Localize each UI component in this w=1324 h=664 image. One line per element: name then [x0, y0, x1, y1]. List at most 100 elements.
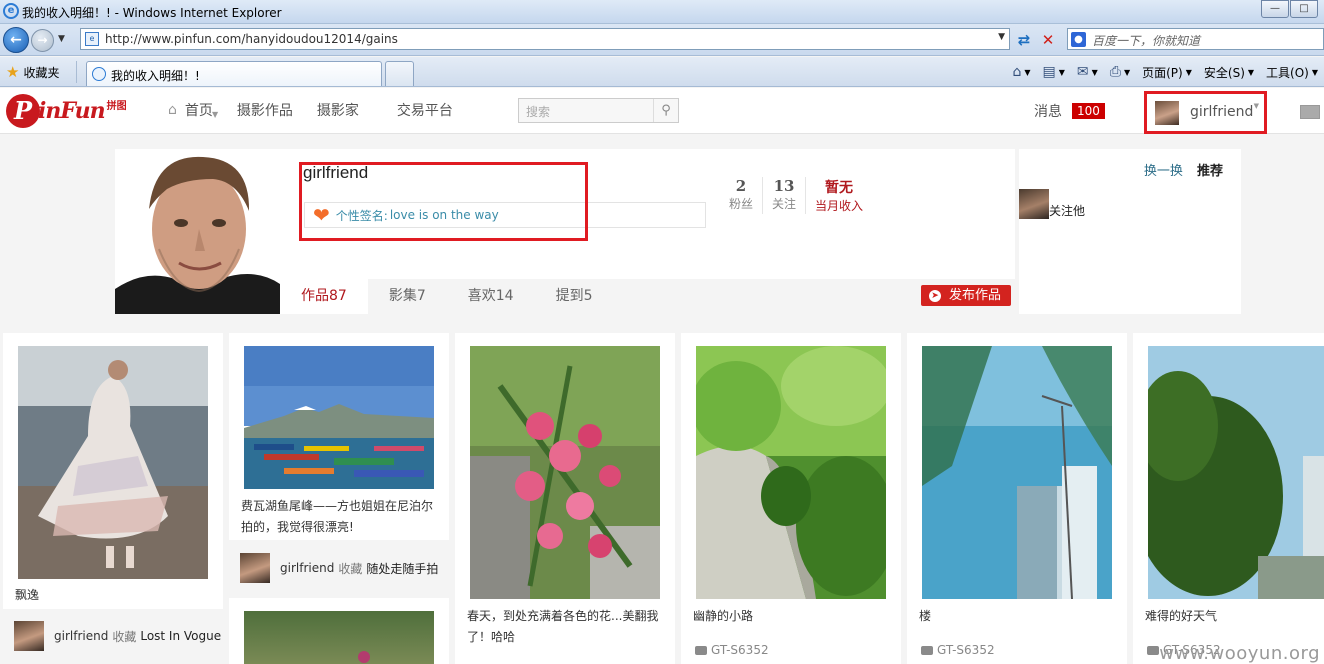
home-button[interactable]: ⌂ ▼: [1006, 59, 1036, 85]
profile-tabs: 作品87 影集7 喜欢14 提到5 ➤ 发布作品: [280, 279, 1015, 314]
photo-caption: 楼: [919, 609, 932, 623]
address-dropdown-icon[interactable]: ▼: [998, 32, 1005, 42]
new-tab-button[interactable]: [385, 61, 414, 86]
stat-monthly-income[interactable]: 暂无 当月收入: [806, 177, 872, 214]
browser-tab-active[interactable]: 我的收入明细！!: [86, 61, 382, 86]
header-username: girlfriend: [1190, 104, 1254, 120]
photo-flower-partial[interactable]: [244, 611, 434, 664]
photo-caption: 难得的好天气: [1145, 609, 1218, 623]
photo-caption: 飘逸: [15, 588, 40, 602]
tab-bar: ★ 收藏夹 我的收入明细！! ⌂ ▼ ▤ ▼ ✉ ▼ ⎙ ▼ 页面(P) ▼ 安全(S) ▼…: [0, 57, 1324, 87]
swap-link[interactable]: 换一换: [1144, 164, 1183, 179]
photo-path[interactable]: [696, 346, 886, 599]
browser-search-input[interactable]: ● 百度一下，你就知道: [1067, 28, 1324, 50]
avatar[interactable]: [14, 621, 44, 651]
address-input[interactable]: e http://www.pinfun.com/hanyidoudou12014…: [80, 28, 1010, 50]
photo-card[interactable]: 春天，到处充满着各色的花...美翻我了！哈哈: [455, 333, 675, 664]
card-meta: girlfriend 收藏 随处走随手拍: [240, 553, 438, 583]
site-search-placeholder: 搜索: [526, 105, 551, 119]
profile-avatar: [115, 149, 280, 314]
photo-fashion[interactable]: [18, 346, 208, 579]
pinfun-logo[interactable]: P inFun 拼图: [6, 93, 127, 129]
tab-albums[interactable]: 影集7: [368, 279, 447, 314]
camera-icon: [921, 645, 933, 655]
watermark: www.wooyun.org: [1159, 643, 1320, 664]
browser-search-placeholder: 百度一下，你就知道: [1092, 34, 1201, 48]
stat-following[interactable]: 13 关注: [763, 177, 807, 214]
stop-icon[interactable]: ✕: [1038, 30, 1058, 50]
toolbar-divider: [76, 61, 77, 83]
favorites-button[interactable]: ★ 收藏夹: [6, 63, 59, 81]
back-button[interactable]: ←: [3, 27, 29, 53]
home-icon[interactable]: ⌂: [168, 102, 177, 118]
baidu-paw-icon: ●: [1071, 32, 1086, 47]
photo-card[interactable]: [229, 598, 449, 664]
photo-card[interactable]: 难得的好天气 GT-S6352: [1133, 333, 1324, 664]
photo-card[interactable]: 费瓦湖鱼尾峰——方也姐姐在尼泊尔拍的，我觉得很漂亮! girlfriend 收藏…: [229, 333, 449, 595]
chevron-down-icon[interactable]: ▼: [212, 110, 218, 119]
card-album[interactable]: Lost In Vogue: [140, 629, 221, 643]
loading-icon: [92, 67, 106, 81]
recommend-title: 推荐: [1196, 164, 1223, 179]
recommended-user[interactable]: 关注他: [1019, 189, 1085, 219]
card-meta: girlfriend 收藏 Lost In Vogue: [14, 621, 221, 651]
minimize-button[interactable]: —: [1261, 0, 1289, 18]
nav-trading[interactable]: 交易平台: [397, 100, 453, 120]
profile-stats: 2 粉丝 13 关注 暂无 当月收入: [720, 177, 872, 214]
publish-button[interactable]: ➤ 发布作品: [920, 285, 1011, 306]
card-username[interactable]: girlfriend: [54, 629, 108, 643]
envelope-icon[interactable]: [1300, 105, 1320, 119]
window-controls: — □: [1260, 0, 1318, 18]
photo-card[interactable]: 飘逸 girlfriend 收藏 Lost In Vogue: [3, 333, 223, 664]
card-action: 收藏: [112, 629, 137, 644]
stat-fans[interactable]: 2 粉丝: [720, 177, 764, 214]
follow-button[interactable]: 关注他: [1049, 202, 1085, 219]
print-button[interactable]: ⎙ ▼: [1104, 59, 1136, 85]
safety-menu[interactable]: 安全(S) ▼: [1198, 59, 1260, 85]
card-album[interactable]: 随处走随手拍: [366, 560, 438, 577]
tools-menu[interactable]: 工具(O) ▼: [1260, 59, 1324, 85]
photo-sky[interactable]: [1148, 346, 1324, 599]
mail-button[interactable]: ✉ ▼: [1071, 59, 1104, 85]
refresh-icon[interactable]: ⇄: [1014, 30, 1034, 50]
photo-building[interactable]: [922, 346, 1112, 599]
favorites-label: 收藏夹: [23, 65, 60, 80]
url-text[interactable]: http://www.pinfun.com/hanyidoudou12014/g…: [105, 32, 398, 46]
camera-icon: [1147, 645, 1159, 655]
tab-mentions[interactable]: 提到5: [535, 279, 614, 314]
page-menu[interactable]: 页面(P) ▼: [1136, 59, 1198, 85]
tab-works[interactable]: 作品87: [280, 279, 368, 314]
rss-icon: ▤: [1042, 64, 1056, 80]
window-title: 我的收入明细！! - Windows Internet Explorer: [22, 6, 282, 20]
avatar[interactable]: [240, 553, 270, 583]
photo-caption: 春天，到处充满着各色的花...美翻我了！哈哈: [467, 609, 659, 644]
site-search-input[interactable]: 搜索 ⚲: [518, 98, 679, 123]
messages-count-badge: 100: [1072, 103, 1105, 119]
mail-icon: ✉: [1076, 64, 1089, 80]
browser-title-bar: e 我的收入明细！! - Windows Internet Explorer —…: [0, 0, 1324, 24]
photo-card[interactable]: 楼 GT-S6352: [907, 333, 1127, 664]
site-header: P inFun 拼图 ⌂ 首页 摄影作品 ▼ 摄影家 交易平台 搜索 ⚲ 消息 …: [0, 88, 1324, 134]
main-nav: ⌂ 首页 摄影作品 ▼ 摄影家 交易平台: [168, 100, 477, 120]
maximize-button[interactable]: □: [1290, 0, 1318, 18]
feeds-button[interactable]: ▤ ▼: [1036, 59, 1070, 85]
nav-works[interactable]: 摄影作品: [237, 100, 293, 120]
forward-button[interactable]: →: [31, 29, 54, 52]
user-menu[interactable]: girlfriend ▼: [1144, 91, 1267, 134]
messages-link[interactable]: 消息 100: [1034, 101, 1105, 121]
chevron-down-icon: ▼: [1253, 102, 1259, 110]
recommend-panel: 换一换 推荐 关注他: [1019, 149, 1241, 314]
photo-lake[interactable]: [244, 346, 434, 489]
search-icon[interactable]: ⚲: [653, 99, 678, 122]
card-username[interactable]: girlfriend: [280, 561, 334, 575]
tab-likes[interactable]: 喜欢14: [447, 279, 535, 314]
nav-photographers[interactable]: 摄影家: [317, 100, 359, 120]
photo-card[interactable]: 幽静的小路 GT-S6352: [681, 333, 901, 664]
camera-icon: [695, 645, 707, 655]
nav-home[interactable]: 首页: [185, 100, 213, 120]
photo-pink-flowers[interactable]: [470, 346, 660, 599]
avatar[interactable]: [1019, 189, 1049, 219]
device-label: GT-S6352: [695, 643, 769, 657]
photo-caption: 费瓦湖鱼尾峰——方也姐姐在尼泊尔拍的，我觉得很漂亮!: [241, 499, 434, 534]
history-dropdown-icon[interactable]: ▼: [58, 34, 65, 44]
